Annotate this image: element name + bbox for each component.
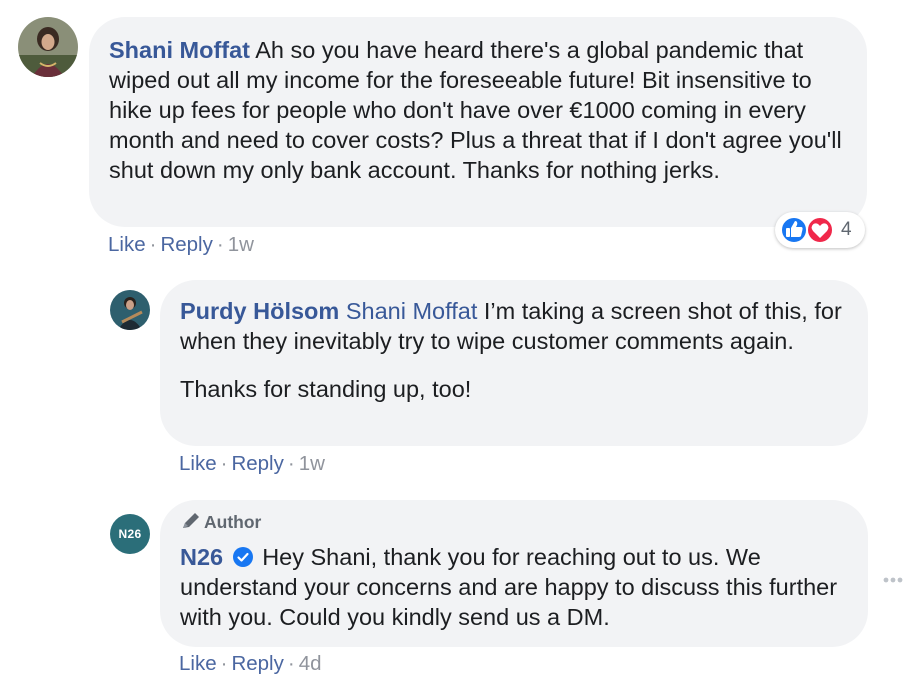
separator-dot: · <box>220 652 228 675</box>
love-reaction-icon <box>806 216 834 244</box>
comment-text-paragraph: Thanks for standing up, too! <box>180 376 472 402</box>
avatar-shani-moffat[interactable] <box>18 17 78 77</box>
avatar-image <box>18 17 78 77</box>
like-button[interactable]: Like <box>179 652 217 675</box>
separator-dot: · <box>287 452 295 475</box>
comment-text: Hey Shani, thank you for reaching out to… <box>180 544 838 630</box>
verified-badge-icon <box>232 547 253 567</box>
reply-button[interactable]: Reply <box>160 233 212 256</box>
like-reaction-icon <box>780 216 808 244</box>
comment-author[interactable]: Shani Moffat <box>109 37 250 63</box>
n26-logo: N26 <box>118 527 142 541</box>
pencil-icon <box>183 513 199 528</box>
reply-button[interactable]: Reply <box>231 452 283 475</box>
separator-dot: · <box>287 652 295 675</box>
like-button[interactable]: Like <box>108 233 146 256</box>
author-badge-label: Author <box>204 512 262 532</box>
mention-link[interactable]: Shani Moffat <box>346 298 478 324</box>
avatar-n26[interactable]: N26 <box>110 514 150 554</box>
separator-dot: · <box>220 452 228 475</box>
comment-timestamp[interactable]: 1w <box>228 233 254 256</box>
reaction-summary[interactable]: 4 <box>775 212 865 248</box>
separator-dot: · <box>149 233 157 256</box>
author-badge: Author <box>180 510 848 534</box>
reply-button[interactable]: Reply <box>231 652 283 675</box>
separator-dot: · <box>216 233 224 256</box>
comment-timestamp[interactable]: 4d <box>299 652 322 675</box>
more-options-icon[interactable] <box>880 572 904 588</box>
comment-timestamp[interactable]: 1w <box>299 452 325 475</box>
reaction-count: 4 <box>841 219 852 240</box>
comment-actions: Like · Reply · 4d <box>179 652 322 676</box>
comment-author[interactable]: N26 <box>180 544 223 570</box>
comment-actions: Like · Reply · 1w <box>179 452 325 476</box>
avatar-purdy-holsom[interactable] <box>110 290 150 330</box>
comment-bubble-n26: Author N26 Hey Shani, thank you for reac… <box>160 500 868 647</box>
comment-bubble-shani: Shani Moffat Ah so you have heard there'… <box>89 17 867 227</box>
comment-bubble-purdy: Purdy Hölsom Shani Moffat I’m taking a s… <box>160 280 868 446</box>
avatar-image <box>110 290 150 330</box>
comment-actions: Like · Reply · 1w <box>108 233 254 257</box>
comment-author[interactable]: Purdy Hölsom <box>180 298 339 324</box>
like-button[interactable]: Like <box>179 452 217 475</box>
